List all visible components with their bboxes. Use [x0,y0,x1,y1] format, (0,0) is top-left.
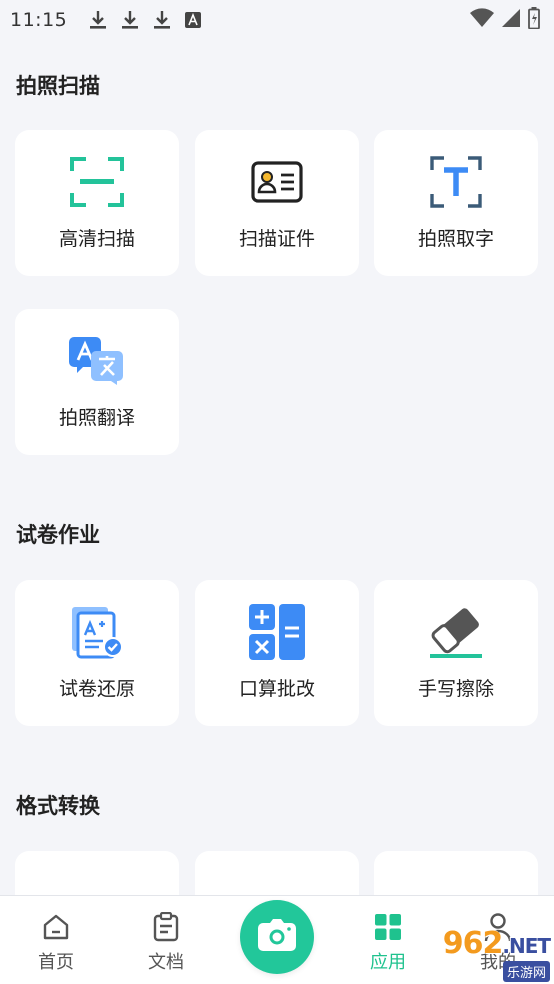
card-hd-scan[interactable]: 高清扫描 [15,130,179,276]
scan-frame-icon [69,154,125,210]
calculator-icon [249,604,305,660]
apps-grid-icon [373,912,403,942]
card-label: 拍照取字 [417,228,494,250]
download-icon [153,10,171,30]
card-text-extract[interactable]: 拍照取字 [374,130,538,276]
nav-item-documents[interactable]: 文档 [126,896,206,984]
app-notification-icon [185,12,202,28]
paper-restore-icon [69,604,125,660]
id-card-icon [249,154,305,210]
text-extract-icon [428,154,484,210]
status-time: 11:15 [10,9,68,31]
card-label: 试卷还原 [58,678,135,700]
watermark-main: 962.NET [442,925,551,961]
nav-label: 首页 [38,952,74,973]
section-title-format-convert: 格式转换 [16,794,100,818]
download-icon [121,10,139,30]
system-icons [470,7,540,33]
card-label: 拍照翻译 [58,407,135,429]
card-label: 扫描证件 [238,228,315,250]
watermark-number: 962 [442,925,504,961]
watermark-suffix: .NET [502,933,551,958]
card-label: 口算批改 [238,678,315,700]
notification-icons [89,10,202,30]
clipboard-icon [151,912,181,942]
translate-icon [69,333,125,389]
nav-label: 应用 [370,952,406,973]
watermark-sub: 乐游网 [502,960,550,982]
card-handwriting-erase[interactable]: 手写擦除 [374,580,538,726]
battery-icon [528,7,540,33]
signal-icon [502,8,520,32]
section-title-paper-homework: 试卷作业 [16,523,100,547]
eraser-icon [428,604,484,660]
card-photo-translate[interactable]: 拍照翻译 [15,309,179,455]
camera-button[interactable] [240,900,314,974]
download-icon [89,10,107,30]
card-label: 高清扫描 [58,228,135,250]
section-title-photo-scan: 拍照扫描 [16,74,100,98]
card-label: 手写擦除 [417,678,494,700]
card-id-scan[interactable]: 扫描证件 [195,130,359,276]
card-mental-math-check[interactable]: 口算批改 [195,580,359,726]
wifi-icon [470,8,494,32]
home-icon [41,912,71,942]
status-bar: 11:15 [0,0,554,40]
nav-item-home[interactable]: 首页 [16,896,96,984]
nav-label: 文档 [148,952,184,973]
watermark-logo: 962.NET 乐游网 [414,925,551,982]
camera-icon [258,919,296,955]
card-paper-restore[interactable]: 试卷还原 [15,580,179,726]
